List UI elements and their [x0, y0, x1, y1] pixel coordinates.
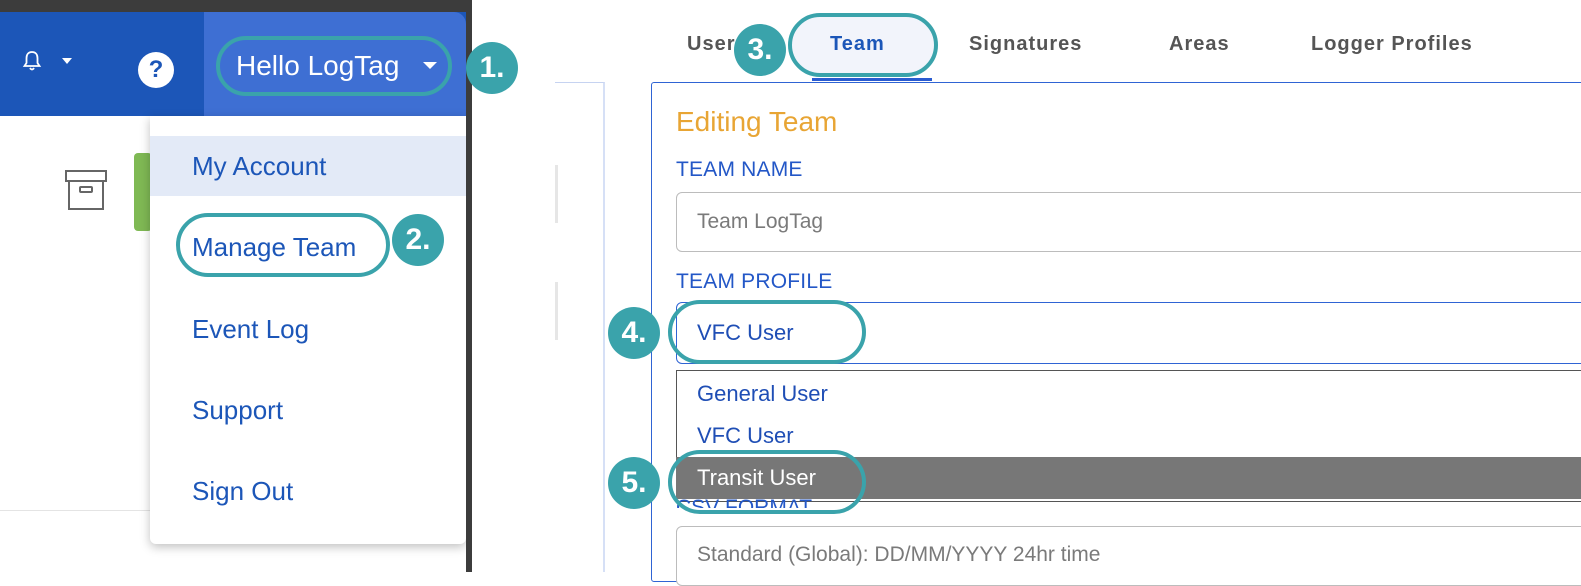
tab-signatures[interactable]: Signatures [969, 26, 1082, 62]
background-panel [555, 82, 605, 572]
chevron-down-icon[interactable] [62, 58, 72, 64]
help-icon[interactable]: ? [138, 52, 174, 88]
archive-icon[interactable] [64, 168, 108, 212]
menu-item-sign-out[interactable]: Sign Out [150, 461, 466, 521]
user-dropdown-menu: My Account Manage Team Event Log Support… [150, 116, 466, 544]
highlight-ring [216, 36, 452, 96]
menu-item-event-log[interactable]: Event Log [150, 299, 466, 359]
team-profile-label: TEAM PROFILE [676, 270, 833, 293]
highlight-ring [788, 13, 938, 77]
background-row [555, 165, 558, 223]
step-badge: 4. [608, 307, 660, 359]
step-badge: 3. [734, 24, 786, 76]
team-name-label: TEAM NAME [676, 158, 803, 181]
divider [0, 510, 150, 511]
highlight-ring [668, 450, 866, 514]
menu-item-my-account[interactable]: My Account [150, 136, 466, 196]
highlight-ring [668, 300, 866, 364]
background-row [555, 282, 558, 340]
step-badge: 2. [392, 214, 444, 266]
tab-logger-profiles[interactable]: Logger Profiles [1311, 26, 1473, 62]
csv-format-value: Standard (Global): DD/MM/YYYY 24hr time [697, 543, 1101, 566]
option-general-user[interactable]: General User [676, 373, 1581, 415]
step-badge: 1. [466, 42, 518, 94]
highlight-ring [176, 213, 390, 277]
tab-areas[interactable]: Areas [1169, 26, 1230, 62]
active-tab-indicator [812, 78, 932, 81]
bell-icon[interactable] [22, 50, 42, 72]
step-badge: 5. [608, 457, 660, 509]
page-title: Editing Team [676, 106, 838, 137]
frame-border [0, 0, 472, 12]
tab-user[interactable]: User [687, 26, 735, 62]
team-name-value: Team LogTag [697, 210, 824, 233]
frame-border [466, 0, 472, 572]
menu-item-support[interactable]: Support [150, 380, 466, 440]
